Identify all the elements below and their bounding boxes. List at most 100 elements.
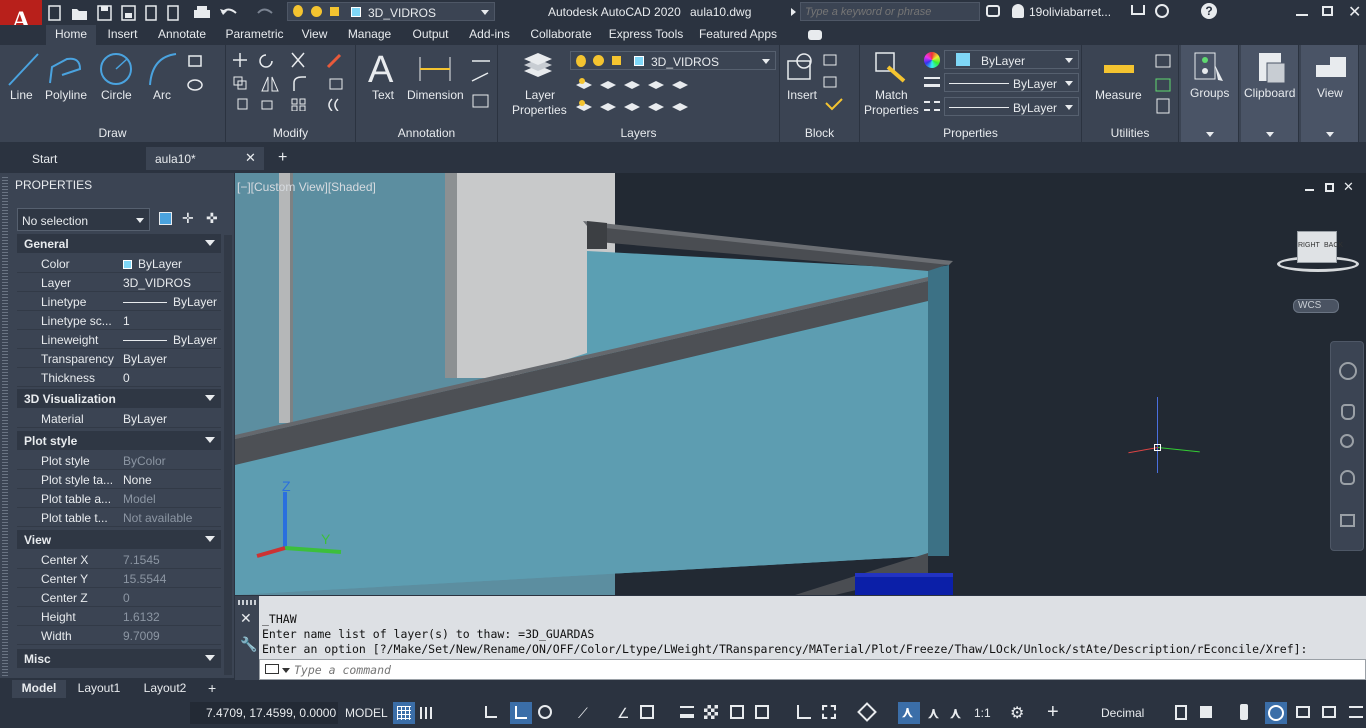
minimize-icon[interactable] bbox=[1296, 14, 1308, 16]
property-row[interactable]: Plot table t... Not available bbox=[17, 508, 221, 527]
ribbon-tab-view[interactable]: View bbox=[294, 25, 335, 45]
annotation-scale-icon[interactable]: ⋏ bbox=[950, 704, 961, 722]
property-value[interactable]: ByLayer bbox=[120, 352, 220, 366]
ribbon-minimize-icon[interactable] bbox=[808, 30, 822, 40]
property-row[interactable]: Center Z 0 bbox=[17, 588, 221, 607]
command-input[interactable] bbox=[294, 661, 1354, 678]
property-row[interactable]: Transparency ByLayer bbox=[17, 349, 221, 368]
dimension-button[interactable]: Dimension bbox=[407, 88, 464, 102]
command-prompt-icon[interactable] bbox=[265, 664, 279, 674]
property-value[interactable]: ByLayer bbox=[120, 295, 220, 309]
ribbon-tab-annotate[interactable]: Annotate bbox=[149, 25, 215, 45]
workspace-gear-icon[interactable]: ⚙ bbox=[1010, 703, 1024, 723]
annotation-scale[interactable]: 1:1 bbox=[974, 706, 991, 720]
text-button[interactable]: Text bbox=[372, 88, 394, 102]
groups-button[interactable]: Groups bbox=[1190, 86, 1229, 100]
panel-title-draw[interactable]: Draw bbox=[0, 126, 225, 140]
viewport-close-icon[interactable]: ✕ bbox=[1343, 179, 1354, 195]
ribbon-tab-add-ins[interactable]: Add-ins bbox=[461, 25, 518, 45]
utilities-small-icons[interactable] bbox=[1154, 53, 1174, 117]
panel-title-modify[interactable]: Modify bbox=[226, 126, 355, 140]
property-row[interactable]: Center Y 15.5544 bbox=[17, 569, 221, 588]
wcs-button[interactable]: WCS bbox=[1293, 299, 1339, 313]
command-input-row[interactable] bbox=[259, 659, 1366, 680]
property-row[interactable]: Center X 7.1545 bbox=[17, 550, 221, 569]
cart-icon[interactable] bbox=[1131, 5, 1145, 15]
property-row[interactable]: Linetype ByLayer bbox=[17, 292, 221, 311]
lineweight-toggle-icon[interactable] bbox=[680, 706, 694, 718]
clipboard-button[interactable]: Clipboard bbox=[1244, 86, 1295, 100]
panel-title-annotation[interactable]: Annotation bbox=[356, 126, 497, 140]
search-input[interactable] bbox=[800, 2, 980, 21]
property-row[interactable]: Layer 3D_VIDROS bbox=[17, 273, 221, 292]
doc-tab-start[interactable]: Start bbox=[14, 147, 142, 170]
close-tab-icon[interactable]: ✕ bbox=[245, 150, 256, 166]
panel-title-properties[interactable]: Properties bbox=[860, 126, 1081, 140]
binoculars-icon[interactable] bbox=[986, 5, 1000, 17]
property-value[interactable]: None bbox=[120, 473, 220, 487]
selection-cycling-icon[interactable] bbox=[730, 705, 744, 719]
property-row[interactable]: Linetype sc... 1 bbox=[17, 311, 221, 330]
panel-clipboard[interactable]: Clipboard bbox=[1241, 45, 1299, 142]
panel-title-utilities[interactable]: Utilities bbox=[1082, 126, 1178, 140]
ribbon-tab-insert[interactable]: Insert bbox=[100, 25, 145, 45]
drawing-viewport[interactable]: [−][Custom View][Shaded] ✕ RIGHT BACK WC… bbox=[235, 173, 1366, 595]
property-value[interactable]: Not available bbox=[120, 511, 220, 525]
model-space-button[interactable]: MODEL bbox=[345, 706, 388, 720]
ribbon-tab-output[interactable]: Output bbox=[404, 25, 457, 45]
section-misc[interactable]: Misc bbox=[17, 649, 221, 668]
chevron-down-icon[interactable] bbox=[282, 668, 290, 673]
property-value[interactable]: 0 bbox=[120, 371, 220, 385]
property-value[interactable]: ByLayer bbox=[120, 257, 220, 271]
quick-properties-icon[interactable] bbox=[1175, 705, 1187, 720]
dimension-icon[interactable] bbox=[416, 53, 456, 85]
close-icon[interactable]: ✕ bbox=[1348, 2, 1361, 22]
layer-properties-button-line1[interactable]: Layer bbox=[525, 88, 555, 102]
property-value[interactable]: 15.5544 bbox=[120, 572, 220, 586]
panel-title-layers[interactable]: Layers bbox=[498, 126, 779, 140]
selection-dropdown[interactable]: No selection bbox=[17, 208, 150, 231]
property-row[interactable]: Thickness 0 bbox=[17, 368, 221, 387]
ribbon-tab-collaborate[interactable]: Collaborate bbox=[522, 25, 600, 45]
property-row[interactable]: Plot style ByColor bbox=[17, 451, 221, 470]
collapse-icon[interactable] bbox=[205, 536, 215, 542]
clean-screen-icon[interactable] bbox=[1296, 706, 1310, 718]
ribbon-tab-manage[interactable]: Manage bbox=[339, 25, 400, 45]
grip-icon[interactable] bbox=[238, 600, 256, 605]
annotation-visibility-button[interactable]: ⋏ bbox=[898, 702, 920, 724]
property-value[interactable]: 3D_VIDROS bbox=[120, 276, 220, 290]
measure-icon[interactable] bbox=[1104, 65, 1134, 73]
text-icon[interactable]: A bbox=[368, 49, 393, 92]
polar-tracking-icon[interactable] bbox=[538, 705, 552, 719]
block-small-icons[interactable] bbox=[822, 53, 852, 117]
orbit-icon[interactable] bbox=[1340, 470, 1355, 485]
showmotion-icon[interactable] bbox=[1340, 514, 1355, 527]
property-row[interactable]: Material ByLayer bbox=[17, 409, 221, 428]
viewport-restore-icon[interactable] bbox=[1325, 183, 1334, 192]
insert-block-icon[interactable] bbox=[784, 51, 820, 83]
section-plot[interactable]: Plot style bbox=[17, 431, 221, 450]
ribbon-tab-express-tools[interactable]: Express Tools bbox=[604, 25, 688, 45]
zoom-extents-icon[interactable] bbox=[1340, 434, 1354, 448]
circle-button[interactable]: Circle bbox=[101, 88, 132, 102]
property-row[interactable]: Height 1.6132 bbox=[17, 607, 221, 626]
match-properties-icon[interactable] bbox=[874, 51, 910, 83]
quick-access-icons[interactable] bbox=[46, 4, 286, 22]
gizmo-icon[interactable] bbox=[857, 702, 877, 722]
match-properties-line1[interactable]: Match bbox=[875, 88, 908, 102]
doc-tab-current[interactable]: aula10* ✕ bbox=[146, 147, 264, 170]
linetype-dropdown[interactable]: ByLayer bbox=[944, 97, 1079, 116]
layer-tool-icons[interactable] bbox=[572, 75, 702, 119]
match-properties-line2[interactable]: Properties bbox=[864, 103, 919, 117]
hardware-acceleration-button[interactable] bbox=[1265, 702, 1287, 724]
section-general[interactable]: General bbox=[17, 234, 221, 253]
viewport-minimize-icon[interactable] bbox=[1305, 189, 1314, 191]
arc-button[interactable]: Arc bbox=[153, 88, 171, 102]
annotation-small-icons[interactable] bbox=[470, 53, 492, 113]
help-icon[interactable]: ? bbox=[1201, 3, 1217, 19]
steering-wheel-icon[interactable] bbox=[1339, 362, 1357, 380]
property-row[interactable]: Lineweight ByLayer bbox=[17, 330, 221, 349]
layout-tab-model[interactable]: Model bbox=[12, 680, 66, 698]
pan-icon[interactable] bbox=[1341, 404, 1355, 420]
section-viz3d[interactable]: 3D Visualization bbox=[17, 389, 221, 408]
